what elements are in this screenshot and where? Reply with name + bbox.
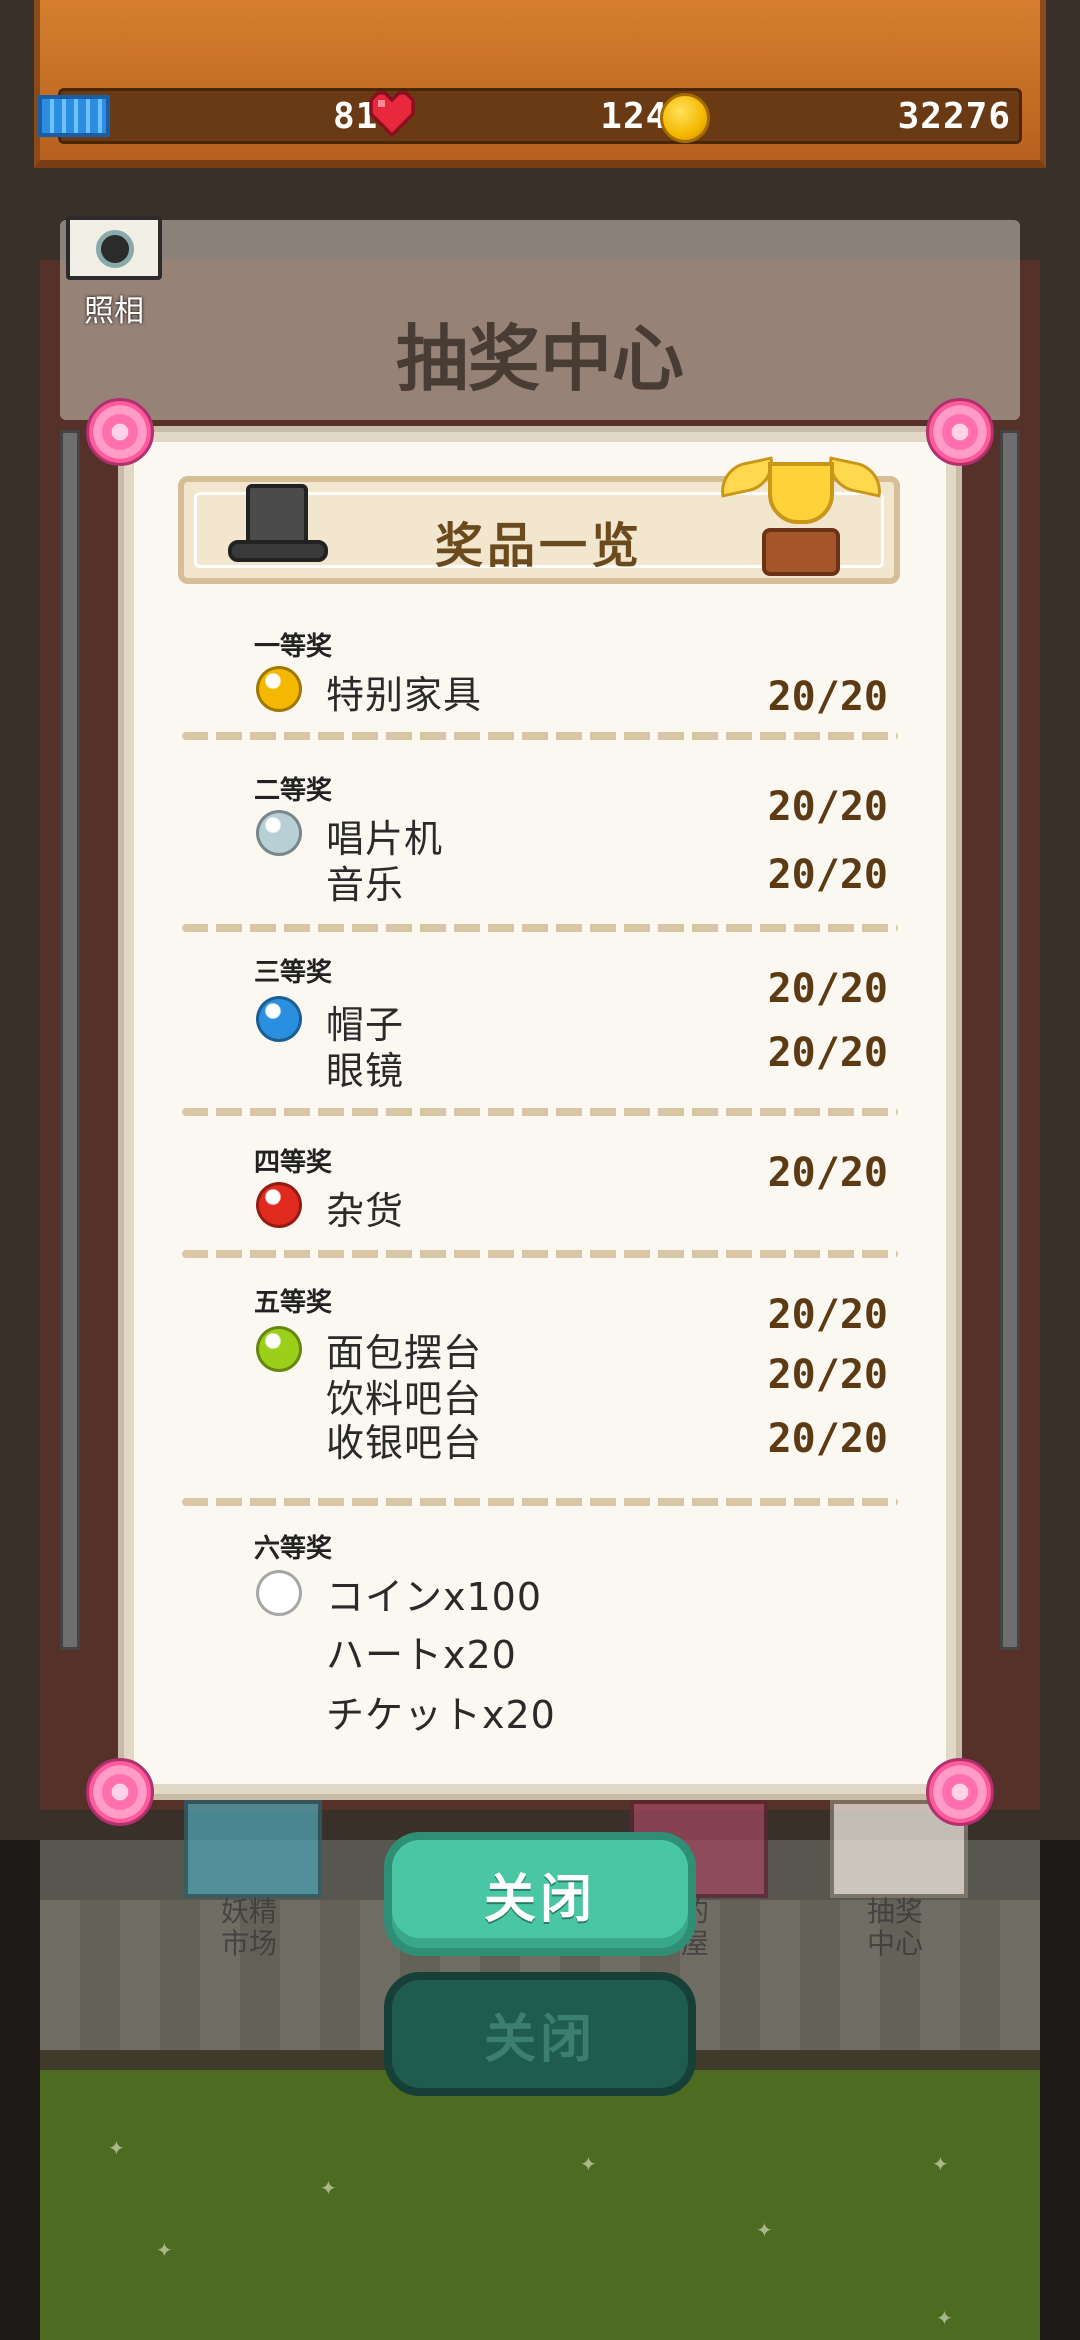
left-edge xyxy=(0,1840,40,2340)
prize-item-name: チケットx20 xyxy=(326,1693,556,1737)
tier-label: 一等奖 xyxy=(254,632,333,662)
sparkle-icon: ✦ xyxy=(936,2306,953,2330)
flower-decoration-icon xyxy=(86,1758,154,1826)
heart-count: 1241 xyxy=(441,91,691,141)
flower-decoration-icon xyxy=(926,398,994,466)
divider xyxy=(182,1108,898,1116)
grass xyxy=(40,2070,1040,2340)
prize-item-count: 20/20 xyxy=(767,1416,888,1462)
divider xyxy=(182,732,898,740)
prize-item-count: 20/20 xyxy=(767,1352,888,1398)
currency-bar: 819 1241 32276 xyxy=(58,88,1022,144)
pole-left xyxy=(60,430,80,1650)
camera-icon xyxy=(96,230,134,268)
tier-label: 四等奖 xyxy=(254,1148,333,1178)
sparkle-icon: ✦ xyxy=(932,2152,949,2176)
trophy-icon xyxy=(715,446,887,582)
prize-item-count: 20/20 xyxy=(767,674,888,720)
red-gem-icon xyxy=(256,1182,302,1228)
gold-gem-icon xyxy=(256,666,302,712)
right-edge xyxy=(1040,1840,1080,2340)
prize-item-name: 杂货 xyxy=(326,1189,405,1233)
prize-item-count: 20/20 xyxy=(767,852,888,898)
coin-count: 32276 xyxy=(701,91,1011,141)
prize-item-name: 眼镜 xyxy=(326,1049,405,1093)
top-hat-icon xyxy=(228,484,328,576)
heart-icon xyxy=(369,91,415,138)
prize-item-name: ハートx20 xyxy=(326,1633,517,1677)
ticket-icon xyxy=(38,95,110,137)
divider xyxy=(182,924,898,932)
tier-label: 三等奖 xyxy=(254,958,333,988)
sparkle-icon: ✦ xyxy=(156,2238,173,2262)
prize-item-count: 20/20 xyxy=(767,1150,888,1196)
sparkle-icon: ✦ xyxy=(580,2152,597,2176)
shop-fairy-market-label: 妖精 市场 xyxy=(220,1895,277,1960)
divider xyxy=(182,1250,898,1258)
shop-fairy-market-icon[interactable] xyxy=(184,1800,322,1898)
tier-label: 二等奖 xyxy=(254,776,333,806)
flower-decoration-icon xyxy=(86,398,154,466)
green-gem-icon xyxy=(256,1326,302,1372)
camera-button[interactable] xyxy=(66,216,162,280)
close-button-background[interactable]: 关闭 xyxy=(384,1972,696,2096)
prize-item-name: 特别家具 xyxy=(326,673,483,717)
prize-item-count: 20/20 xyxy=(767,784,888,830)
prize-item-count: 20/20 xyxy=(767,1030,888,1076)
camera-label: 照相 xyxy=(84,294,144,329)
divider xyxy=(182,1498,898,1506)
prize-item-count: 20/20 xyxy=(767,966,888,1012)
coin-icon xyxy=(660,93,710,143)
sparkle-icon: ✦ xyxy=(756,2218,773,2242)
prize-item-name: 音乐 xyxy=(326,863,405,907)
tier-label: 五等奖 xyxy=(254,1288,333,1318)
shop-lottery-label: 抽奖 中心 xyxy=(866,1895,923,1960)
prize-item-name: コインx100 xyxy=(326,1575,543,1619)
prize-item-name: 收银吧台 xyxy=(326,1421,483,1465)
coin-value: 32276 xyxy=(897,95,1011,137)
silver-gem-icon xyxy=(256,810,302,856)
close-button[interactable]: 关闭 xyxy=(384,1832,696,1956)
tier-label: 六等奖 xyxy=(254,1534,333,1564)
sparkle-icon: ✦ xyxy=(320,2176,337,2200)
pole-right xyxy=(1000,430,1020,1650)
sparkle-icon: ✦ xyxy=(108,2136,125,2160)
top-hud: 819 1241 32276 xyxy=(34,0,1046,168)
flower-decoration-icon xyxy=(926,1758,994,1826)
prize-item-count: 20/20 xyxy=(767,1292,888,1338)
blue-gem-icon xyxy=(256,996,302,1042)
white-gem-icon xyxy=(256,1570,302,1616)
